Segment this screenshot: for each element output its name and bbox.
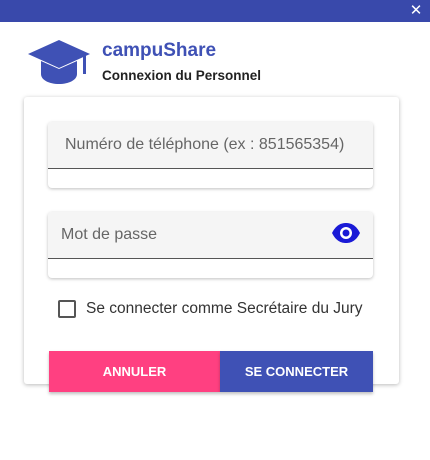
phone-placeholder: Numéro de téléphone (ex : 851565354) (65, 136, 345, 153)
graduation-cap-icon (28, 40, 90, 84)
eye-icon[interactable] (331, 222, 361, 244)
password-placeholder: Mot de passe (61, 226, 158, 243)
jury-checkbox-label[interactable]: Se connecter comme Secrétaire du Jury (86, 300, 363, 318)
title-bar: ✕ (0, 0, 430, 22)
app-brand: campuShare (102, 40, 217, 61)
login-card: Numéro de téléphone (ex : 851565354) Mot… (24, 97, 399, 392)
login-button[interactable]: SE CONNECTER (220, 351, 373, 392)
phone-input[interactable]: Numéro de téléphone (ex : 851565354) (48, 122, 373, 169)
password-field[interactable]: Mot de passe (48, 212, 373, 278)
page-subtitle: Connexion du Personnel (102, 68, 262, 83)
phone-field[interactable]: Numéro de téléphone (ex : 851565354) (48, 122, 373, 188)
close-button[interactable]: ✕ (407, 2, 425, 20)
jury-checkbox[interactable] (58, 300, 76, 318)
password-input[interactable]: Mot de passe (48, 212, 373, 259)
cancel-button[interactable]: ANNULER (49, 351, 220, 392)
